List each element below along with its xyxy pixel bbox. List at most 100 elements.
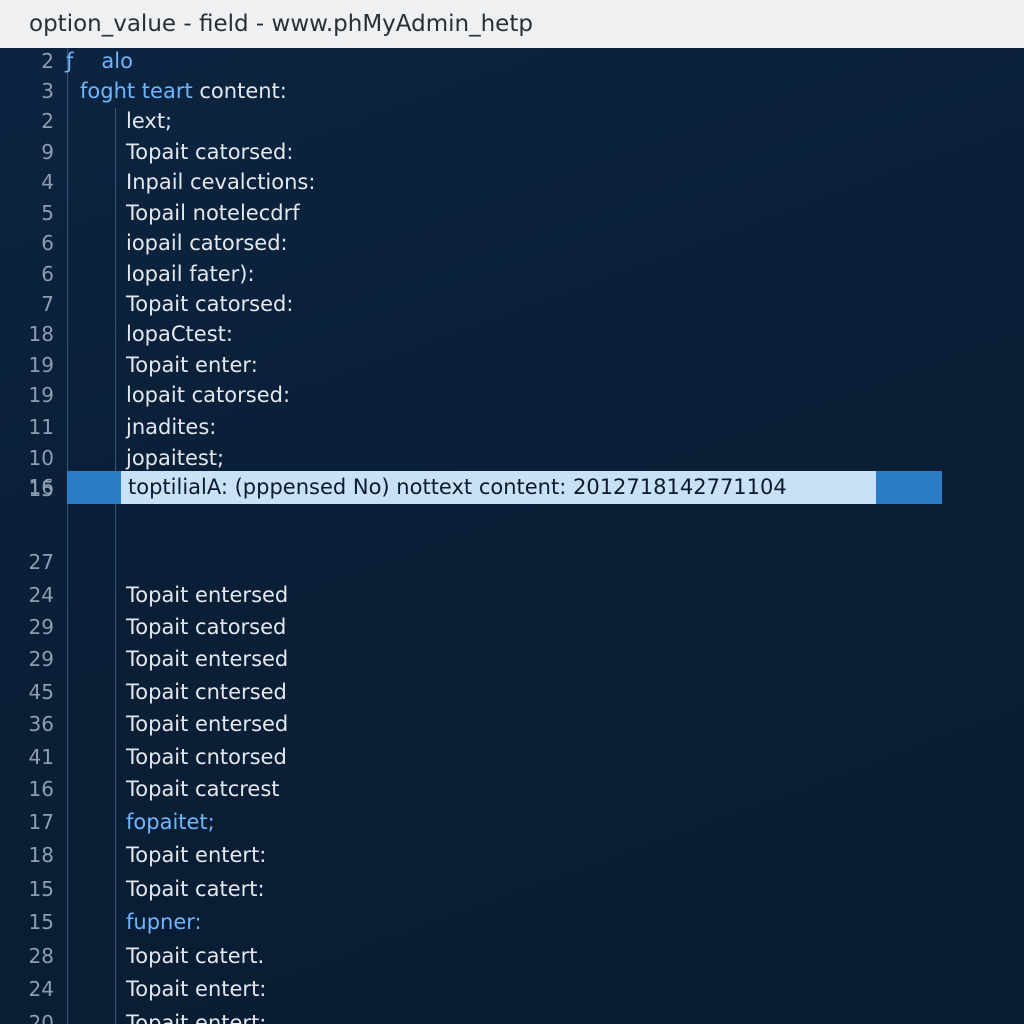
code-text: Topait entert: xyxy=(126,1008,266,1024)
selection-caret-region xyxy=(876,471,942,504)
code-text: lopail fater): xyxy=(126,259,255,289)
code-token: lopait catorsed: xyxy=(126,383,291,407)
code-line[interactable]: 3 foght teart content: xyxy=(0,76,1024,106)
code-text: lopaCtest: xyxy=(126,319,233,349)
code-text: jopaitest; xyxy=(126,443,224,473)
code-line[interactable]: 11 jnadites: xyxy=(0,412,1024,442)
code-line[interactable]: 9 Topait catorsed: xyxy=(0,137,1024,167)
line-number: 15 xyxy=(28,910,54,934)
code-token: Topait catcrest xyxy=(126,777,280,801)
line-number: 19 xyxy=(28,353,54,377)
code-token: lopail fater): xyxy=(126,262,255,286)
code-text: Topait catorsed xyxy=(126,612,286,642)
code-text: Inpail cevalctions: xyxy=(126,167,315,197)
line-number: 9 xyxy=(41,140,54,164)
line-number: 16 xyxy=(28,475,54,499)
code-line[interactable]: 7 Topait catorsed: xyxy=(0,289,1024,319)
code-line[interactable]: 18 lopaCtest: xyxy=(0,319,1024,349)
code-token: lopaCtest: xyxy=(126,322,233,346)
code-token: Topait catert. xyxy=(126,944,265,968)
code-token: Inpail cevalctions: xyxy=(126,170,316,194)
code-token: lext; xyxy=(126,109,173,133)
code-token: jopaitest; xyxy=(126,446,225,470)
line-number: 28 xyxy=(28,944,54,968)
code-text: Topait entersed xyxy=(126,709,288,739)
code-line[interactable]: 45 Topait cntersed xyxy=(0,677,1024,707)
code-text: Topait catert. xyxy=(126,941,264,971)
code-line[interactable]: 10 jopaitest; xyxy=(0,443,1024,473)
line-number: 36 xyxy=(28,712,54,736)
code-line[interactable]: 24 Topait entert: xyxy=(0,974,1024,1004)
code-text: Topait catert: xyxy=(126,874,265,904)
code-text: lopait catorsed: xyxy=(126,380,290,410)
code-text: fopaitet; xyxy=(126,807,215,837)
code-token: Topait entersed xyxy=(126,712,289,736)
code-line[interactable]: 6 iopail catorsed: xyxy=(0,228,1024,258)
line-number: 11 xyxy=(28,415,54,439)
keyword-token: fopaitet; xyxy=(126,810,215,834)
code-text: Topail notelecdrf xyxy=(126,198,300,228)
code-line[interactable]: 36 Topait entersed xyxy=(0,709,1024,739)
code-editor[interactable]: 2 ƒ alo 3 foght teart content: 2 lext; 9 Topait … xyxy=(0,48,1024,1024)
code-line[interactable]: 15 Topait catert: xyxy=(0,874,1024,904)
code-line[interactable]: 29 Topait catorsed xyxy=(0,612,1024,642)
code-line[interactable]: 27 xyxy=(0,547,1024,577)
code-token: Topait entersed xyxy=(126,583,289,607)
function-symbol: ƒ xyxy=(66,49,74,73)
code-token: Topait cntorsed xyxy=(126,745,287,769)
line-number: 10 xyxy=(28,446,54,470)
code-line[interactable]: 29 Topait entersed xyxy=(0,644,1024,674)
line-number: 7 xyxy=(41,292,54,316)
code-text: ƒ alo xyxy=(66,48,133,76)
code-text: jnadites: xyxy=(126,412,216,442)
code-token: iopail catorsed: xyxy=(126,231,288,255)
code-line[interactable]: 15 fupner: xyxy=(0,907,1024,937)
code-text: Topait catcrest xyxy=(126,774,280,804)
code-line[interactable]: 28 Topait catert. xyxy=(0,941,1024,971)
code-token: Topait entert: xyxy=(126,1011,267,1024)
code-line[interactable]: 19 Topait enter: xyxy=(0,350,1024,380)
keyword-token: foght teart xyxy=(80,79,193,103)
code-line[interactable]: 16 Topait catcrest xyxy=(0,774,1024,804)
line-number: 20 xyxy=(28,1011,54,1024)
code-token: alo xyxy=(101,49,133,73)
code-line[interactable]: 18 Topait entert: xyxy=(0,840,1024,870)
code-line[interactable]: 6 lopail fater): xyxy=(0,259,1024,289)
code-text: Topait cntorsed xyxy=(126,742,287,772)
code-token: jnadites: xyxy=(126,415,217,439)
code-line[interactable]: 2 lext; xyxy=(0,106,1024,136)
code-text: Topait entert: xyxy=(126,840,266,870)
code-text: Topait catorsed: xyxy=(126,289,293,319)
window-title: option_value - field - www.phMyAdmin_het… xyxy=(29,11,533,37)
line-number: 18 xyxy=(28,843,54,867)
line-number: 27 xyxy=(28,550,54,574)
code-line[interactable]: 17 fopaitet; xyxy=(0,807,1024,837)
code-token: Topait entersed xyxy=(126,647,289,671)
line-number: 41 xyxy=(28,745,54,769)
line-number: 3 xyxy=(41,79,54,103)
code-text: Topait entersed xyxy=(126,580,288,610)
code-line[interactable]: 19 lopait catorsed: xyxy=(0,380,1024,410)
line-number: 6 xyxy=(41,262,54,286)
code-text: Topait cntersed xyxy=(126,677,287,707)
code-text: iopail catorsed: xyxy=(126,228,288,258)
code-line[interactable]: 5 Topail notelecdrf xyxy=(0,198,1024,228)
line-number: 2 xyxy=(41,109,54,133)
code-text: Topait enter: xyxy=(126,350,258,380)
line-number: 4 xyxy=(41,170,54,194)
code-token: Topait catert: xyxy=(126,877,265,901)
selected-line-text[interactable]: toptilialA: (pppensed No) nottext conten… xyxy=(128,471,787,504)
line-number: 24 xyxy=(28,583,54,607)
code-line[interactable]: 41 Topait cntorsed xyxy=(0,742,1024,772)
code-token: Topail notelecdrf xyxy=(126,201,300,225)
code-line[interactable]: 24 Topait entersed xyxy=(0,580,1024,610)
line-number: 24 xyxy=(28,977,54,1001)
line-number: 45 xyxy=(28,680,54,704)
code-line[interactable]: 4 Inpail cevalctions: xyxy=(0,167,1024,197)
line-number: 2 xyxy=(41,49,54,73)
code-line[interactable]: 2 ƒ alo xyxy=(0,48,1024,76)
line-number: 29 xyxy=(28,647,54,671)
code-text: fupner: xyxy=(126,907,202,937)
code-line[interactable]: 20 Topait entert: xyxy=(0,1008,1024,1024)
code-token: Topait entert: xyxy=(126,977,267,1001)
